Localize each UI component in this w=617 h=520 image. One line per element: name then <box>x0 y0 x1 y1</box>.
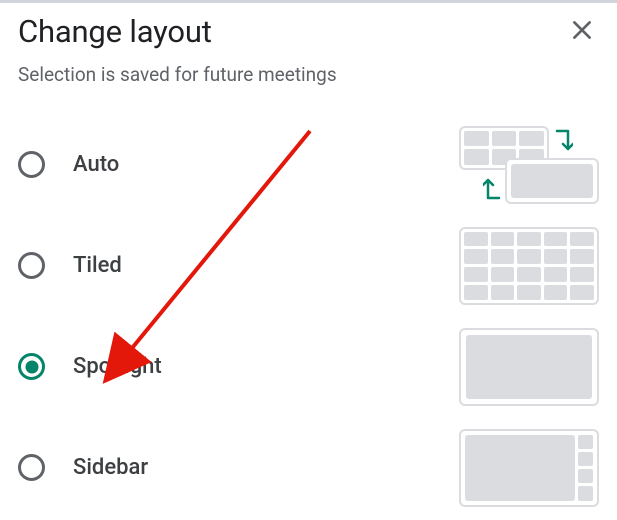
radio-auto[interactable] <box>18 151 45 178</box>
close-icon[interactable] <box>565 13 599 53</box>
radio-sidebar[interactable] <box>18 454 45 481</box>
layout-options: Auto Tiled Spotlight Sidebar <box>0 86 617 518</box>
layout-thumbnail-spotlight <box>459 328 599 406</box>
layout-label-tiled: Tiled <box>73 253 459 278</box>
dialog-title: Change layout <box>18 13 212 50</box>
layout-option-spotlight[interactable]: Spotlight <box>18 316 599 417</box>
layout-option-tiled[interactable]: Tiled <box>18 215 599 316</box>
radio-tiled[interactable] <box>18 252 45 279</box>
radio-spotlight[interactable] <box>18 353 45 380</box>
dialog-subtitle: Selection is saved for future meetings <box>0 53 617 86</box>
layout-thumbnail-sidebar <box>459 429 599 507</box>
layout-label-sidebar: Sidebar <box>73 455 459 480</box>
layout-thumbnail-auto <box>459 126 599 204</box>
layout-label-auto: Auto <box>73 152 459 177</box>
layout-thumbnail-tiled <box>459 227 599 305</box>
dialog-header: Change layout <box>0 3 617 53</box>
layout-label-spotlight: Spotlight <box>73 354 459 379</box>
layout-option-sidebar[interactable]: Sidebar <box>18 417 599 518</box>
layout-option-auto[interactable]: Auto <box>18 114 599 215</box>
